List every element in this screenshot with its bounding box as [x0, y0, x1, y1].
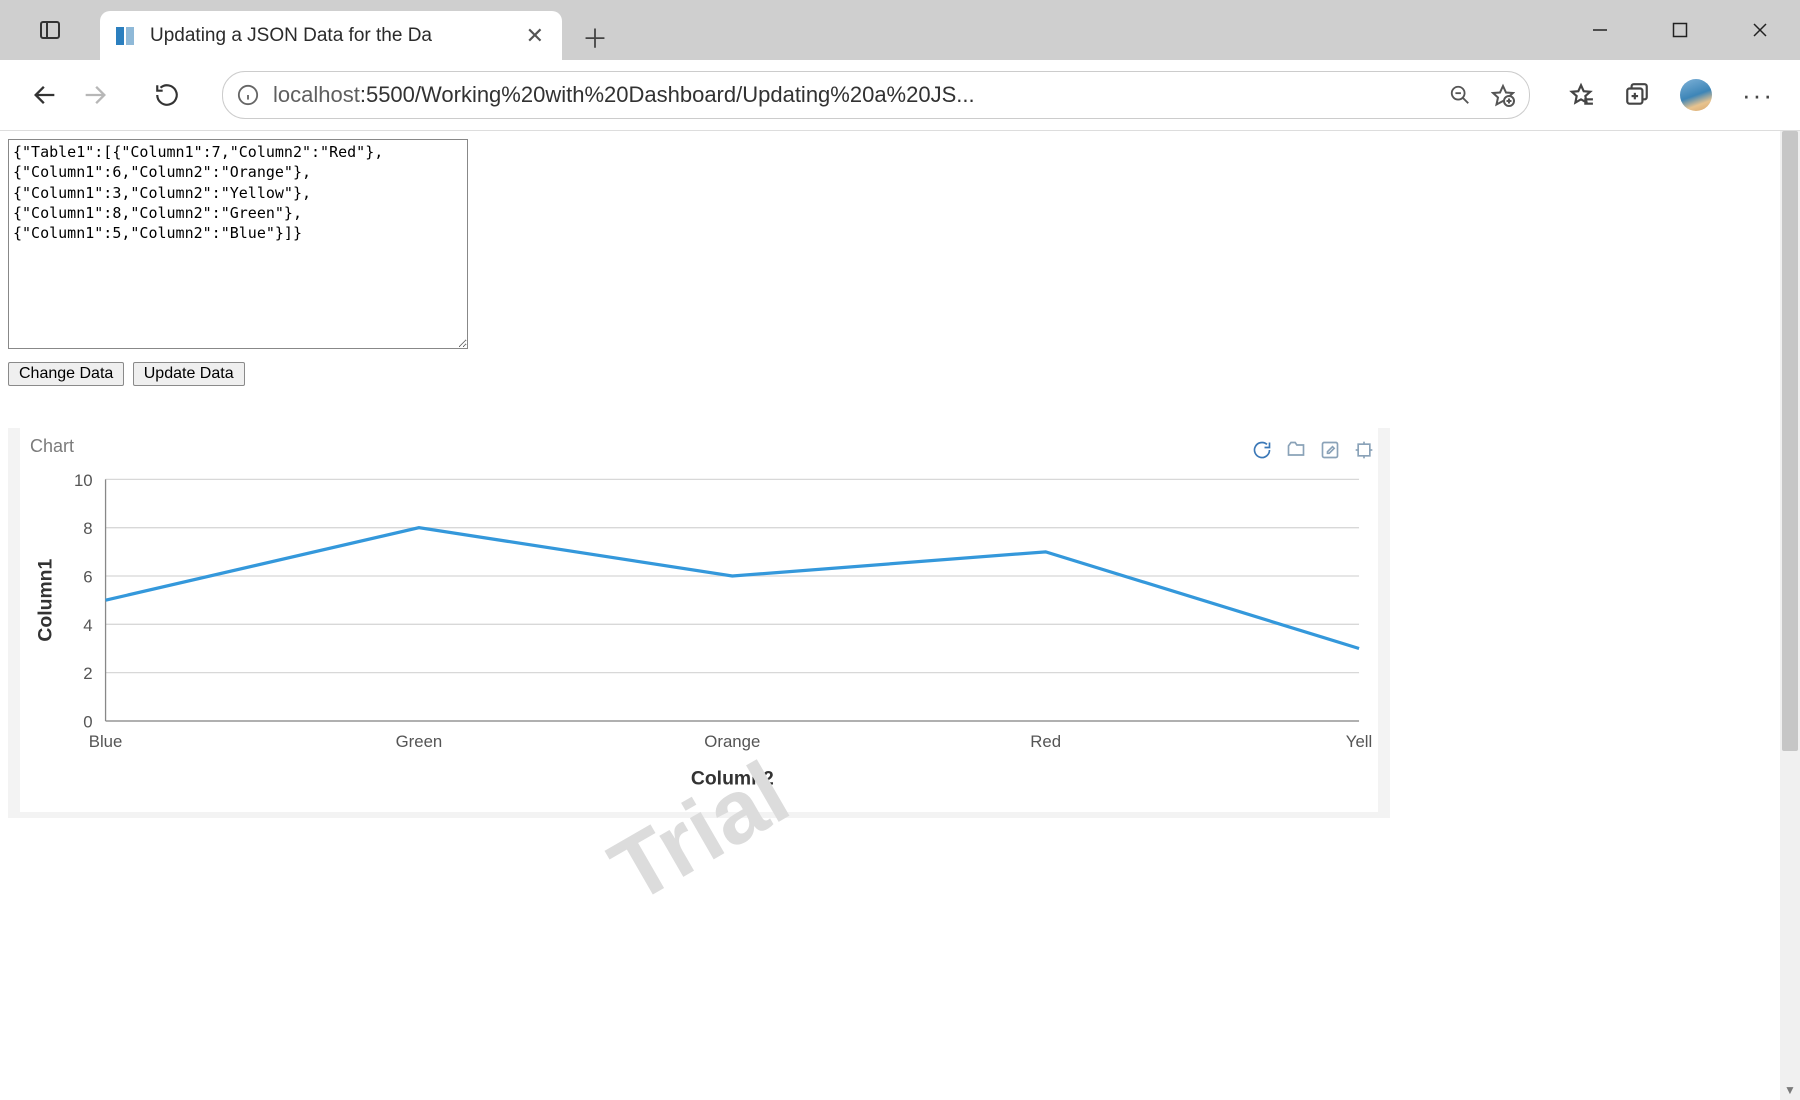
url-path: :5500/Working%20with%20Dashboard/Updatin…: [360, 82, 975, 107]
svg-text:6: 6: [83, 567, 92, 586]
titlebar: Updating a JSON Data for the Da ✕ ＋: [0, 0, 1800, 60]
scrollbar-thumb[interactable]: [1782, 131, 1798, 751]
chart-card: Chart 0 2 4 6 8 10 Blue Green Orange Red Yell Colum…: [20, 428, 1378, 812]
close-window-button[interactable]: [1720, 0, 1800, 60]
browser-tab[interactable]: Updating a JSON Data for the Da ✕: [100, 11, 562, 60]
window-controls: [1560, 0, 1800, 60]
close-tab-icon[interactable]: ✕: [512, 23, 544, 49]
report-panel: Chart 0 2 4 6 8 10 Blue Green Orange Red Yell Colum…: [8, 428, 1390, 818]
scroll-down-icon[interactable]: ▼: [1780, 1080, 1800, 1100]
tab-title: Updating a JSON Data for the Da: [150, 25, 432, 47]
vertical-scrollbar[interactable]: ▲ ▼: [1780, 131, 1800, 1100]
address-bar[interactable]: localhost:5500/Working%20with%20Dashboar…: [222, 71, 1530, 119]
change-data-button[interactable]: Change Data: [8, 362, 124, 386]
update-data-button[interactable]: Update Data: [133, 362, 245, 386]
chart-area: 0 2 4 6 8 10 Blue Green Orange Red Yell Column2 Colu…: [28, 469, 1372, 792]
back-button[interactable]: [20, 70, 70, 120]
svg-text:4: 4: [83, 616, 92, 635]
url-text: localhost:5500/Working%20with%20Dashboar…: [273, 82, 1437, 108]
more-menu-icon[interactable]: ···: [1742, 80, 1774, 111]
open-report-icon[interactable]: [1286, 440, 1306, 460]
new-tab-button[interactable]: ＋: [572, 14, 618, 60]
maximize-button[interactable]: [1640, 0, 1720, 60]
collections-icon[interactable]: [1624, 82, 1650, 108]
svg-text:Green: Green: [396, 732, 443, 751]
svg-text:Column2: Column2: [691, 767, 774, 789]
browser-toolbar: localhost:5500/Working%20with%20Dashboar…: [0, 60, 1800, 131]
edit-report-icon[interactable]: [1320, 440, 1340, 460]
svg-text:0: 0: [83, 712, 92, 731]
forward-button: [70, 70, 120, 120]
tab-actions-icon[interactable]: [0, 0, 100, 60]
svg-text:Orange: Orange: [704, 732, 760, 751]
favicon-icon: [114, 25, 136, 47]
svg-text:Yell: Yell: [1346, 732, 1372, 751]
zoom-icon[interactable]: [1449, 84, 1471, 106]
svg-text:Red: Red: [1030, 732, 1061, 751]
svg-text:Blue: Blue: [89, 732, 123, 751]
minimize-button[interactable]: [1560, 0, 1640, 60]
refresh-button[interactable]: [142, 70, 192, 120]
profile-avatar[interactable]: [1680, 79, 1712, 111]
button-row: Change Data Update Data: [8, 362, 1390, 386]
chart-title: Chart: [30, 436, 1372, 457]
panel-tools: [1252, 440, 1374, 460]
fullscreen-report-icon[interactable]: [1354, 440, 1374, 460]
url-host: localhost: [273, 82, 360, 107]
page-viewport: Change Data Update Data Chart 0 2 4 6 8 10 Blu…: [0, 131, 1800, 1100]
site-info-icon[interactable]: [237, 84, 259, 106]
svg-text:Column1: Column1: [34, 559, 56, 642]
json-data-textarea[interactable]: [8, 139, 468, 349]
refresh-report-icon[interactable]: [1252, 440, 1272, 460]
favorite-icon[interactable]: [1491, 83, 1515, 107]
svg-text:2: 2: [83, 664, 92, 683]
svg-text:10: 10: [74, 471, 93, 490]
toolbar-right: ···: [1568, 79, 1774, 111]
browser-window: Updating a JSON Data for the Da ✕ ＋ loca…: [0, 0, 1800, 1100]
svg-text:8: 8: [83, 519, 92, 538]
favorites-list-icon[interactable]: [1568, 82, 1594, 108]
